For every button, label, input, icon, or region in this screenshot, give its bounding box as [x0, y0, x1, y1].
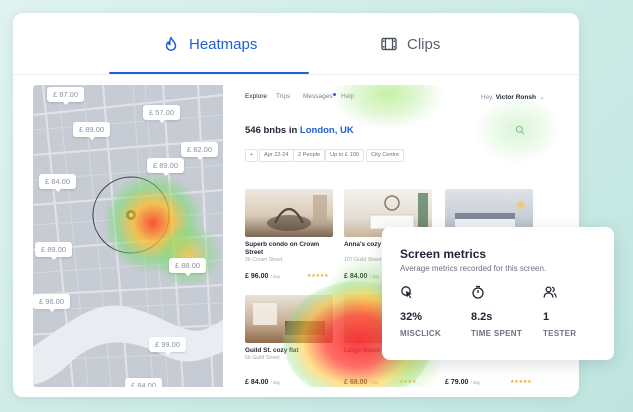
tab-divider	[13, 74, 579, 75]
listing-price: £ 84.00 / day	[344, 273, 380, 280]
results-heading: 546 bnbs in London, UK	[245, 125, 354, 136]
listing-address: 6b Guild Street	[245, 355, 280, 361]
nav-explore[interactable]: Explore	[245, 93, 267, 100]
metrics-title: Screen metrics	[400, 247, 487, 261]
flame-icon	[165, 36, 177, 51]
metric-label: TIME SPENT	[471, 329, 523, 338]
map-price-pin[interactable]: £ 88.00	[169, 258, 207, 276]
rating-stars: ★★★★★	[510, 379, 532, 385]
map-price-pin[interactable]: £ 87.00	[47, 87, 85, 105]
map-price-pin[interactable]: £ 89.00	[35, 242, 73, 260]
results-location[interactable]: London, UK	[300, 125, 354, 136]
users-icon	[543, 286, 557, 298]
listing-address: 2b Crown Street	[245, 257, 283, 263]
tab-clips-label: Clips	[407, 35, 441, 53]
filter-price[interactable]: Up to £ 100	[325, 149, 364, 162]
map-price-pin[interactable]: £ 89.00	[147, 158, 185, 176]
map-price-pin[interactable]: £ 84.00	[125, 378, 163, 387]
tab-clips[interactable]: Clips	[381, 13, 440, 75]
listing-title: Guild St. cozy flat	[245, 347, 299, 354]
filter-area[interactable]: City Centre	[366, 149, 404, 162]
unread-dot	[333, 93, 336, 96]
film-icon	[381, 37, 397, 51]
listing-photo	[245, 295, 333, 343]
results-count: 546 bnbs in	[245, 125, 300, 136]
rating-stars: ★★★★★	[307, 273, 329, 279]
search-icon[interactable]	[515, 125, 525, 135]
stopwatch-icon	[472, 285, 484, 299]
nav-messages[interactable]: Messages	[303, 93, 333, 100]
metric-value: 1	[543, 311, 550, 323]
user-name: Victor Ronsh	[495, 94, 536, 101]
filter-guests[interactable]: 2 People	[293, 149, 326, 162]
listing-photo	[245, 189, 333, 237]
listing-price: £ 96.00 / day	[245, 273, 281, 280]
nav-trips[interactable]: Trips	[276, 93, 290, 100]
filter-dates[interactable]: Apr 22-24	[259, 149, 294, 162]
metric-label: MISCLICK	[400, 329, 442, 338]
listing-address: 107 Guild Street	[344, 257, 382, 263]
map-view[interactable]: £ 87.00 £ 57.00 £ 89.00 £ 82.00 £ 84.00 …	[33, 85, 223, 387]
map-price-pin[interactable]: £ 96.00	[33, 294, 71, 312]
metrics-subtitle: Average metrics recorded for this screen…	[400, 264, 547, 273]
map-price-pin[interactable]: £ 89.00	[73, 122, 111, 140]
chevron-down-icon: ⌄	[537, 94, 545, 101]
map-price-pin[interactable]: £ 82.00	[181, 142, 219, 160]
listing-price: £ 84.00 / day	[245, 379, 281, 386]
listing-price: £ 79.00 / day	[445, 379, 481, 386]
listing-price: £ 68.00 / day	[344, 379, 380, 386]
map-price-pin[interactable]: £ 99.00	[149, 337, 187, 355]
tab-heatmaps-label: Heatmaps	[189, 35, 258, 53]
listing-title: Superb condo on Crown Street	[245, 241, 320, 256]
user-greeting: Hey,	[480, 94, 494, 101]
metric-label: TESTER	[543, 329, 577, 338]
add-filter-button[interactable]: +	[245, 149, 259, 162]
metric-value: 8.2s	[471, 311, 493, 323]
rating-stars: ★★★★	[399, 379, 417, 385]
map-price-pin[interactable]: £ 84.00	[39, 174, 77, 192]
metric-value: 32%	[400, 311, 423, 323]
map-price-pin[interactable]: £ 57.00	[143, 105, 181, 123]
cursor-click-icon	[401, 286, 412, 299]
nav-help[interactable]: Help	[341, 93, 354, 100]
user-menu[interactable]: Hey, Victor Ronsh ⌄	[481, 93, 545, 101]
tab-heatmaps[interactable]: Heatmaps	[163, 13, 257, 75]
tab-bar: Heatmaps Clips	[13, 13, 579, 75]
screen-metrics-panel: Screen metrics Average metrics recorded …	[382, 227, 614, 360]
map-streets	[33, 85, 223, 387]
heat-spot-nav	[333, 85, 443, 129]
